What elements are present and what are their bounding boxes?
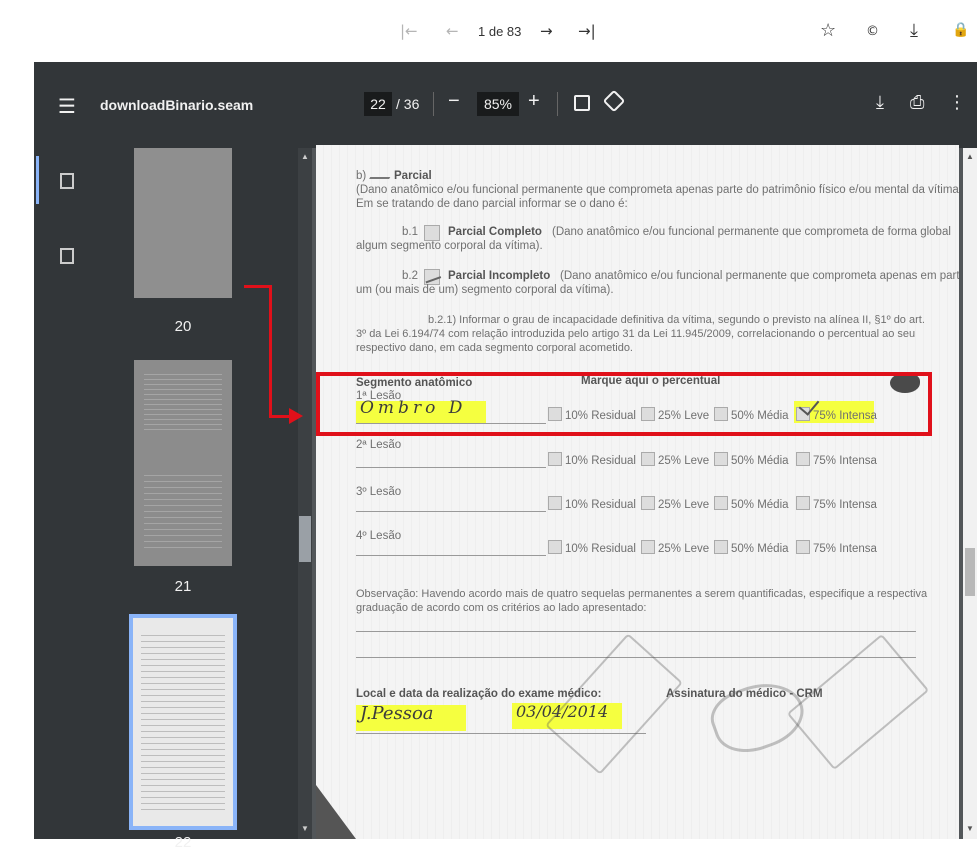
annotation-arrow — [244, 285, 272, 288]
b1-description: algum segmento corporal da vítima). — [356, 240, 543, 252]
underline — [356, 467, 546, 468]
parcial-description: (Dano anatômico e/ou funcional permanent… — [356, 184, 959, 196]
item-b-label: b) — [356, 170, 367, 182]
b1-description: (Dano anatômico e/ou funcional permanent… — [552, 226, 951, 238]
thumbnail-label: 21 — [174, 578, 192, 595]
option-50: 50% Média — [714, 452, 789, 468]
pdf-viewer: ☰ downloadBinario.seam 22 / 36 − 85% + ⤓… — [34, 62, 977, 851]
b21-text: 3º da Lei 6.194/74 com relação introduzi… — [356, 328, 916, 340]
sidebar-scrollbar[interactable]: ▲ ▼ — [298, 148, 312, 839]
thumbnails-view-icon[interactable] — [60, 173, 74, 189]
thumbnail-page-20[interactable] — [134, 148, 232, 298]
thumbnail-label: 22 — [174, 834, 192, 851]
page-scroll-thumb[interactable] — [965, 548, 975, 596]
print-icon[interactable]: ⎙ — [910, 92, 924, 113]
scan-corner-shadow — [316, 785, 356, 839]
thumbnail-text-lines — [144, 470, 222, 550]
parcial-description: Em se tratando de dano parcial informar … — [356, 198, 628, 210]
zoom-out-button[interactable]: − — [448, 90, 460, 113]
b21-text: respectivo dano, em cada segmento corpor… — [356, 342, 633, 354]
parcial-title: Parcial — [394, 170, 432, 182]
outer-toolbar: |← ← 1 de 83 → →| ☆ © ⤓ 🔒 — [0, 0, 977, 62]
option-25: 25% Leve — [641, 540, 709, 556]
scroll-up-icon[interactable]: ▲ — [966, 152, 974, 161]
option-75: 75% Intensa — [796, 452, 877, 468]
thumbnail-sidebar: 20 21 22 — [34, 148, 312, 851]
injury-label: 3º Lesão — [356, 486, 402, 498]
prev-page-icon[interactable]: ← — [446, 22, 459, 40]
thumbnail-text-lines — [141, 630, 225, 810]
b2-description: um (ou mais de um) segmento corporal da … — [356, 284, 614, 296]
viewer-toolbar: ☰ downloadBinario.seam 22 / 36 − 85% + ⤓… — [34, 62, 977, 148]
star-icon[interactable]: ☆ — [820, 20, 836, 41]
b1-number: b.1 — [402, 226, 418, 238]
last-page-icon[interactable]: →| — [578, 22, 596, 40]
first-page-icon[interactable]: |← — [400, 22, 418, 40]
toolbar-divider — [557, 92, 558, 116]
option-50: 50% Média — [714, 540, 789, 556]
thumbnail-label: 20 — [174, 318, 192, 335]
thumbnail-page-22-selected[interactable] — [129, 614, 237, 830]
total-pages: / 36 — [396, 96, 420, 112]
rotate-icon[interactable] — [602, 89, 626, 113]
annotation-highlight-box — [316, 372, 932, 436]
injury-label: 4º Lesão — [356, 530, 402, 542]
option-25: 25% Leve — [641, 496, 709, 512]
annotation-arrow — [269, 285, 272, 418]
option-25: 25% Leve — [641, 452, 709, 468]
thumbnail-text-lines — [144, 370, 222, 430]
scroll-up-icon[interactable]: ▲ — [301, 152, 309, 161]
copyright-icon[interactable]: © — [866, 24, 879, 39]
injury-label: 2ª Lesão — [356, 439, 402, 451]
menu-icon[interactable]: ☰ — [58, 94, 76, 118]
option-75: 75% Intensa — [796, 496, 877, 512]
pdf-page: b) Parcial (Dano anatômico e/ou funciona… — [316, 145, 959, 839]
next-page-icon[interactable]: → — [540, 22, 553, 40]
zoom-input[interactable]: 85% — [477, 92, 519, 116]
observation-text: Observação: Havendo acordo mais de quatr… — [356, 588, 928, 600]
annotation-arrow-head — [289, 408, 303, 424]
outline-view-icon[interactable] — [60, 248, 74, 264]
page-scrollbar[interactable]: ▲ ▼ — [963, 148, 977, 839]
handwritten-place: J.Pessoa — [360, 703, 434, 724]
zoom-in-button[interactable]: + — [528, 90, 540, 113]
outer-page-indicator: 1 de 83 — [478, 24, 522, 39]
local-date-label: Local e data da realização do exame médi… — [356, 688, 602, 700]
more-actions-icon[interactable]: ⋮ — [948, 92, 966, 113]
thumbnail-page-21[interactable] — [134, 360, 232, 566]
b1-title: Parcial Completo — [448, 226, 542, 238]
option-10: 10% Residual — [548, 540, 636, 556]
sidebar-scroll-thumb[interactable] — [299, 516, 311, 562]
page-number-input[interactable]: 22 — [364, 92, 392, 116]
file-name: downloadBinario.seam — [100, 97, 254, 113]
fit-page-icon[interactable] — [574, 95, 590, 111]
lock-icon: 🔒 — [952, 22, 970, 38]
outer-download-icon[interactable]: ⤓ — [910, 20, 918, 41]
download-icon[interactable]: ⤓ — [876, 92, 884, 113]
option-50: 50% Média — [714, 496, 789, 512]
observation-text: graduação de acordo com os critérios ao … — [356, 602, 647, 614]
active-tab-indicator — [36, 156, 39, 204]
b21-text: b.2.1) Informar o grau de incapacidade d… — [428, 314, 925, 326]
underline — [356, 511, 546, 512]
b2-number: b.2 — [402, 270, 418, 282]
option-10: 10% Residual — [548, 496, 636, 512]
observation-line — [356, 631, 916, 632]
scroll-down-icon[interactable]: ▼ — [301, 824, 309, 833]
scroll-down-icon[interactable]: ▼ — [966, 824, 974, 833]
underline — [356, 555, 546, 556]
option-75: 75% Intensa — [796, 540, 877, 556]
annotation-arrow — [269, 415, 291, 418]
option-10: 10% Residual — [548, 452, 636, 468]
b2-description: (Dano anatômico e/ou funcional permanent… — [560, 270, 959, 282]
toolbar-divider — [433, 92, 434, 116]
b2-title: Parcial Incompleto — [448, 270, 551, 282]
